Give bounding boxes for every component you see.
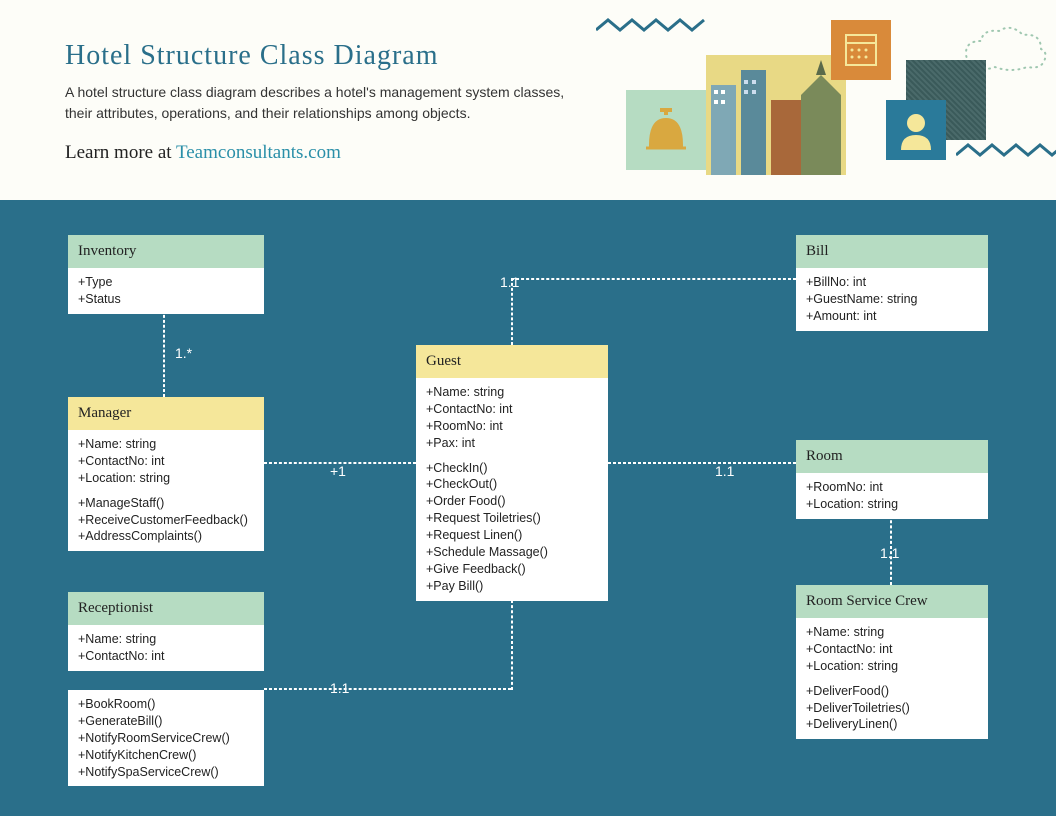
bell-tile bbox=[626, 90, 706, 170]
class-roomservice: Room Service Crew +Name: string +Contact… bbox=[796, 585, 988, 739]
learn-link[interactable]: Teamconsultants.com bbox=[176, 142, 341, 163]
class-body: +Name: string +ContactNo: int +Location:… bbox=[796, 618, 988, 739]
class-name: Guest bbox=[416, 345, 608, 378]
class-guest: Guest +Name: string +ContactNo: int +Roo… bbox=[416, 345, 608, 601]
city-illustration bbox=[706, 55, 846, 175]
header: Hotel Structure Class Diagram A hotel st… bbox=[0, 0, 1056, 200]
multiplicity-label: 1.1 bbox=[330, 680, 349, 696]
connector bbox=[511, 600, 513, 690]
diagram-canvas: 1.* +1 1.1 1.1 1.1 1.1 Inventory +Type +… bbox=[0, 200, 1056, 816]
connector bbox=[608, 462, 796, 464]
connector bbox=[511, 278, 796, 280]
class-name: Room bbox=[796, 440, 988, 473]
class-bill: Bill +BillNo: int +GuestName: string +Am… bbox=[796, 235, 988, 331]
multiplicity-label: +1 bbox=[330, 463, 346, 479]
class-name: Room Service Crew bbox=[796, 585, 988, 618]
multiplicity-label: 1.1 bbox=[880, 545, 899, 561]
connector bbox=[264, 688, 511, 690]
class-inventory: Inventory +Type +Status bbox=[68, 235, 264, 314]
zigzag-icon bbox=[596, 15, 706, 45]
class-manager: Manager +Name: string +ContactNo: int +L… bbox=[68, 397, 264, 551]
class-name: Receptionist bbox=[68, 592, 264, 625]
class-body: +Name: string +ContactNo: int +RoomNo: i… bbox=[416, 378, 608, 601]
learn-prefix: Learn more at bbox=[65, 142, 176, 163]
class-name: Manager bbox=[68, 397, 264, 430]
multiplicity-label: 1.* bbox=[175, 345, 192, 361]
zigzag-icon bbox=[956, 140, 1056, 170]
class-room: Room +RoomNo: int +Location: string bbox=[796, 440, 988, 519]
class-name: Bill bbox=[796, 235, 988, 268]
multiplicity-label: 1.1 bbox=[500, 274, 519, 290]
class-attributes: +Name: string +ContactNo: int bbox=[68, 625, 264, 671]
class-attributes: +Type +Status bbox=[68, 268, 264, 314]
class-operations: +BookRoom() +GenerateBill() +NotifyRoomS… bbox=[68, 690, 264, 786]
class-attributes: +BillNo: int +GuestName: string +Amount:… bbox=[796, 268, 988, 331]
class-receptionist: Receptionist +Name: string +ContactNo: i… bbox=[68, 592, 264, 671]
avatar-tile bbox=[886, 100, 946, 160]
class-receptionist-ops: +BookRoom() +GenerateBill() +NotifyRoomS… bbox=[68, 690, 264, 786]
calendar-tile bbox=[831, 20, 891, 80]
multiplicity-label: 1.1 bbox=[715, 463, 734, 479]
class-name: Inventory bbox=[68, 235, 264, 268]
connector bbox=[163, 305, 165, 397]
class-attributes: +RoomNo: int +Location: string bbox=[796, 473, 988, 519]
class-body: +Name: string +ContactNo: int +Location:… bbox=[68, 430, 264, 551]
hero-graphics bbox=[586, 20, 1056, 190]
page-description: A hotel structure class diagram describe… bbox=[65, 82, 585, 124]
